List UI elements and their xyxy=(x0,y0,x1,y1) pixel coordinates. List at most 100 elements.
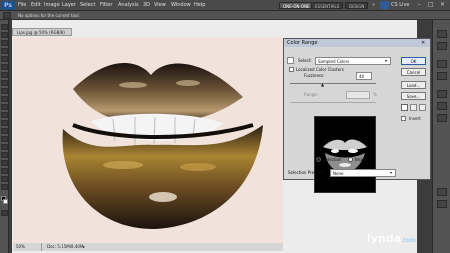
fuzziness-input[interactable]: 40 xyxy=(356,72,372,80)
healing-brush-tool-icon[interactable] xyxy=(1,72,8,78)
menu-analysis[interactable]: Analysis xyxy=(118,2,139,8)
minimize-icon[interactable]: – xyxy=(418,1,421,8)
eraser-tool-icon[interactable] xyxy=(1,104,8,110)
crop-tool-icon[interactable] xyxy=(1,56,8,62)
lynda-watermark: lynda.com xyxy=(367,232,416,245)
workspace-more-icon[interactable]: » xyxy=(372,2,375,8)
selection-radio-label: Selection xyxy=(323,157,342,162)
eyedropper-tool-icon[interactable] xyxy=(1,64,8,70)
eyedropper-minus-icon[interactable] xyxy=(419,104,426,111)
invert-label: Invert xyxy=(409,116,421,121)
status-divider xyxy=(41,243,42,251)
tool-preset-icon[interactable] xyxy=(3,12,11,19)
menu-filter[interactable]: Filter xyxy=(100,2,112,8)
dodge-tool-icon[interactable] xyxy=(1,128,8,134)
history-brush-tool-icon[interactable] xyxy=(1,96,8,102)
history-panel-icon[interactable] xyxy=(437,188,447,196)
panel-dock xyxy=(432,20,450,253)
image-radio[interactable] xyxy=(348,157,353,162)
menu-edit[interactable]: Edit xyxy=(31,2,41,8)
gradient-tool-icon[interactable] xyxy=(1,112,8,118)
brush-tool-icon[interactable] xyxy=(1,80,8,86)
adjustments-panel-icon[interactable] xyxy=(437,60,447,68)
eyedropper-icon[interactable] xyxy=(401,104,408,111)
menu-layer[interactable]: Layer xyxy=(62,2,76,8)
selection-preview-arrow-icon[interactable]: ▾ xyxy=(390,170,392,175)
workspace-design[interactable]: DESIGN xyxy=(345,2,369,9)
channels-panel-icon[interactable] xyxy=(437,102,447,110)
swatches-panel-icon[interactable] xyxy=(437,42,447,50)
selection-preview-dropdown[interactable]: None xyxy=(330,169,396,177)
menu-window[interactable]: Window xyxy=(171,2,191,8)
background-color-swatch[interactable] xyxy=(3,199,8,204)
menu-select[interactable]: Select xyxy=(80,2,95,8)
watermark-suffix: .com xyxy=(401,237,416,244)
menu-bar: Ps File Edit Image Layer Select Filter A… xyxy=(0,0,450,11)
image-canvas[interactable] xyxy=(13,37,283,243)
document-tab[interactable]: Lips.jpg @ 50% (RGB/8) xyxy=(12,28,72,36)
fuzziness-slider-track[interactable] xyxy=(290,83,376,84)
workspace-one-on-one[interactable]: ONE-ON-ONE xyxy=(279,2,314,9)
lips-photo xyxy=(13,37,283,243)
quick-selection-tool-icon[interactable] xyxy=(1,48,8,54)
workspace-essentials[interactable]: ESSENTIALS xyxy=(311,2,344,9)
menu-image[interactable]: Image xyxy=(44,2,60,8)
cancel-button[interactable]: Cancel xyxy=(401,68,426,76)
menu-3d[interactable]: 3D xyxy=(143,2,150,8)
close-icon[interactable]: ✕ xyxy=(440,1,445,8)
actions-panel-icon[interactable] xyxy=(437,200,447,208)
maximize-icon[interactable]: □ xyxy=(428,1,434,8)
select-eyedropper-icon xyxy=(287,57,294,64)
options-bar: No options for the current tool. xyxy=(0,11,450,20)
selection-preview-label: Selection Preview: xyxy=(288,170,325,175)
lasso-tool-icon[interactable] xyxy=(1,40,8,46)
quick-mask-icon[interactable] xyxy=(1,210,8,216)
document-info[interactable]: Doc: 5.15M/8.40M xyxy=(47,243,83,251)
select-dropdown[interactable]: Sampled Colors xyxy=(315,57,391,65)
fuzziness-slider-handle-icon[interactable]: ▲ xyxy=(321,82,324,87)
load-button[interactable]: Load... xyxy=(401,81,426,89)
localized-clusters-checkbox[interactable] xyxy=(289,67,294,72)
hand-tool-icon[interactable] xyxy=(1,176,8,182)
menu-help[interactable]: Help xyxy=(194,2,205,8)
selection-radio[interactable] xyxy=(316,157,321,162)
status-arrow-icon[interactable]: ▸ xyxy=(83,243,85,251)
masks-panel-icon[interactable] xyxy=(437,72,447,80)
mask-preview xyxy=(315,117,375,192)
pen-tool-icon[interactable] xyxy=(1,136,8,142)
range-unit: % xyxy=(373,92,377,97)
blur-tool-icon[interactable] xyxy=(1,120,8,126)
range-input[interactable] xyxy=(346,91,370,99)
selection-preview-image xyxy=(314,116,376,193)
eyedropper-plus-icon[interactable] xyxy=(410,104,417,111)
dialog-close-icon[interactable]: ✕ xyxy=(421,40,425,46)
watermark-brand: lynda xyxy=(367,232,402,245)
zoom-level[interactable]: 50% xyxy=(16,243,25,251)
marquee-tool-icon[interactable] xyxy=(1,32,8,38)
range-slider-track[interactable] xyxy=(290,102,376,103)
cs-live-label[interactable]: CS Live xyxy=(391,2,409,8)
toolbox xyxy=(0,20,9,253)
invert-checkbox[interactable] xyxy=(401,116,406,121)
save-button[interactable]: Save... xyxy=(401,92,426,100)
layers-panel-icon[interactable] xyxy=(437,90,447,98)
shape-tool-icon[interactable] xyxy=(1,160,8,166)
selection-preview-value: None xyxy=(333,171,344,176)
select-dropdown-value: Sampled Colors xyxy=(318,59,350,64)
3d-rotate-tool-icon[interactable] xyxy=(1,168,8,174)
ok-button[interactable]: OK xyxy=(401,57,426,65)
menu-view[interactable]: View xyxy=(154,2,166,8)
range-label: Range: xyxy=(304,92,319,97)
select-label: Select: xyxy=(298,58,312,63)
color-panel-icon[interactable] xyxy=(437,30,447,38)
type-tool-icon[interactable] xyxy=(1,144,8,150)
select-dropdown-arrow-icon[interactable]: ▾ xyxy=(385,58,387,63)
clone-stamp-tool-icon[interactable] xyxy=(1,88,8,94)
menu-file[interactable]: File xyxy=(18,2,26,8)
zoom-tool-icon[interactable] xyxy=(1,184,8,190)
paths-panel-icon[interactable] xyxy=(437,114,447,122)
path-selection-tool-icon[interactable] xyxy=(1,152,8,158)
color-range-dialog: Color Range ✕ Select: Sampled Colors ▾ L… xyxy=(283,38,431,193)
image-radio-label: Image xyxy=(355,157,368,162)
move-tool-icon[interactable] xyxy=(1,24,8,30)
